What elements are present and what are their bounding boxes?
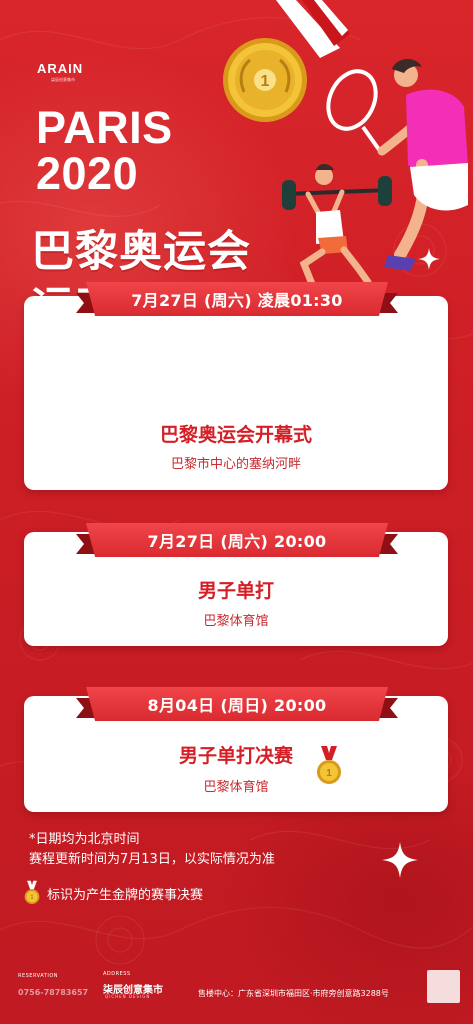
event-venue: 巴黎市中心的塞纳河畔 [170, 457, 301, 472]
event-card-1: 巴黎奥运会开幕式 巴黎市中心的塞纳河畔 [24, 296, 448, 490]
svg-text:1: 1 [261, 73, 270, 90]
event-name: 男子单打 [197, 580, 274, 602]
poster: 1 ARAIN 柒辰创意集市 PARIS 2020 巴黎奥运会 运动比赛日程表 … [0, 0, 473, 1024]
event-venue: 巴黎体育馆 [203, 614, 269, 629]
sales-center-address: 售楼中心：广东省深圳市福田区·市府旁创意路3288号 [198, 989, 389, 998]
gold-medal-icon: 1 [317, 746, 341, 784]
weightlifter-illustration [282, 164, 392, 288]
svg-text:1: 1 [30, 894, 34, 901]
event-time: 7月27日 (周六) 凌晨01:30 [86, 282, 388, 316]
page-title-line-1: 巴黎奥运会 [31, 227, 251, 277]
brand-subtitle: 柒辰创意集市 [51, 77, 75, 82]
event-venue: 巴黎体育馆 [203, 780, 269, 795]
event-name: 男子单打决赛 [178, 745, 293, 767]
brand-logo: ARAIN 柒辰创意集市 [37, 61, 83, 83]
event-time-ribbon-2: 7月27日 (周六) 20:00 [76, 523, 388, 557]
sparkle-icon [418, 248, 440, 270]
note-timezone: *日期均为北京时间 [29, 832, 140, 847]
legend-text: 标识为产生金牌的赛事决赛 [47, 887, 204, 903]
sparkle-icon [382, 842, 418, 878]
header-line-1: PARIS [36, 102, 173, 153]
gold-medal-icon: 1 [24, 880, 40, 905]
svg-text:1: 1 [326, 768, 332, 779]
event-name: 巴黎奥运会开幕式 [159, 424, 312, 446]
address-label: ADDRESS [103, 971, 131, 977]
address-subtitle: QICHEN DESIGN [105, 994, 151, 999]
reservation-label: RESERVATION [18, 973, 59, 979]
event-time-ribbon-3: 8月04日 (周日) 20:00 [76, 687, 388, 721]
note-update: 赛程更新时间为7月13日，以实际情况为准 [29, 852, 275, 867]
brand-name: ARAIN [37, 61, 84, 76]
event-time: 8月04日 (周日) 20:00 [86, 687, 388, 721]
header-line-2: 2020 [36, 148, 139, 199]
medal-legend: 1 标识为产生金牌的赛事决赛 [24, 880, 203, 906]
qr-code [427, 970, 460, 1003]
event-time: 7月27日 (周六) 20:00 [86, 523, 388, 557]
reservation-phone: 0756-78783657 [18, 988, 89, 997]
event-time-ribbon-1: 7月27日 (周六) 凌晨01:30 [76, 282, 388, 316]
